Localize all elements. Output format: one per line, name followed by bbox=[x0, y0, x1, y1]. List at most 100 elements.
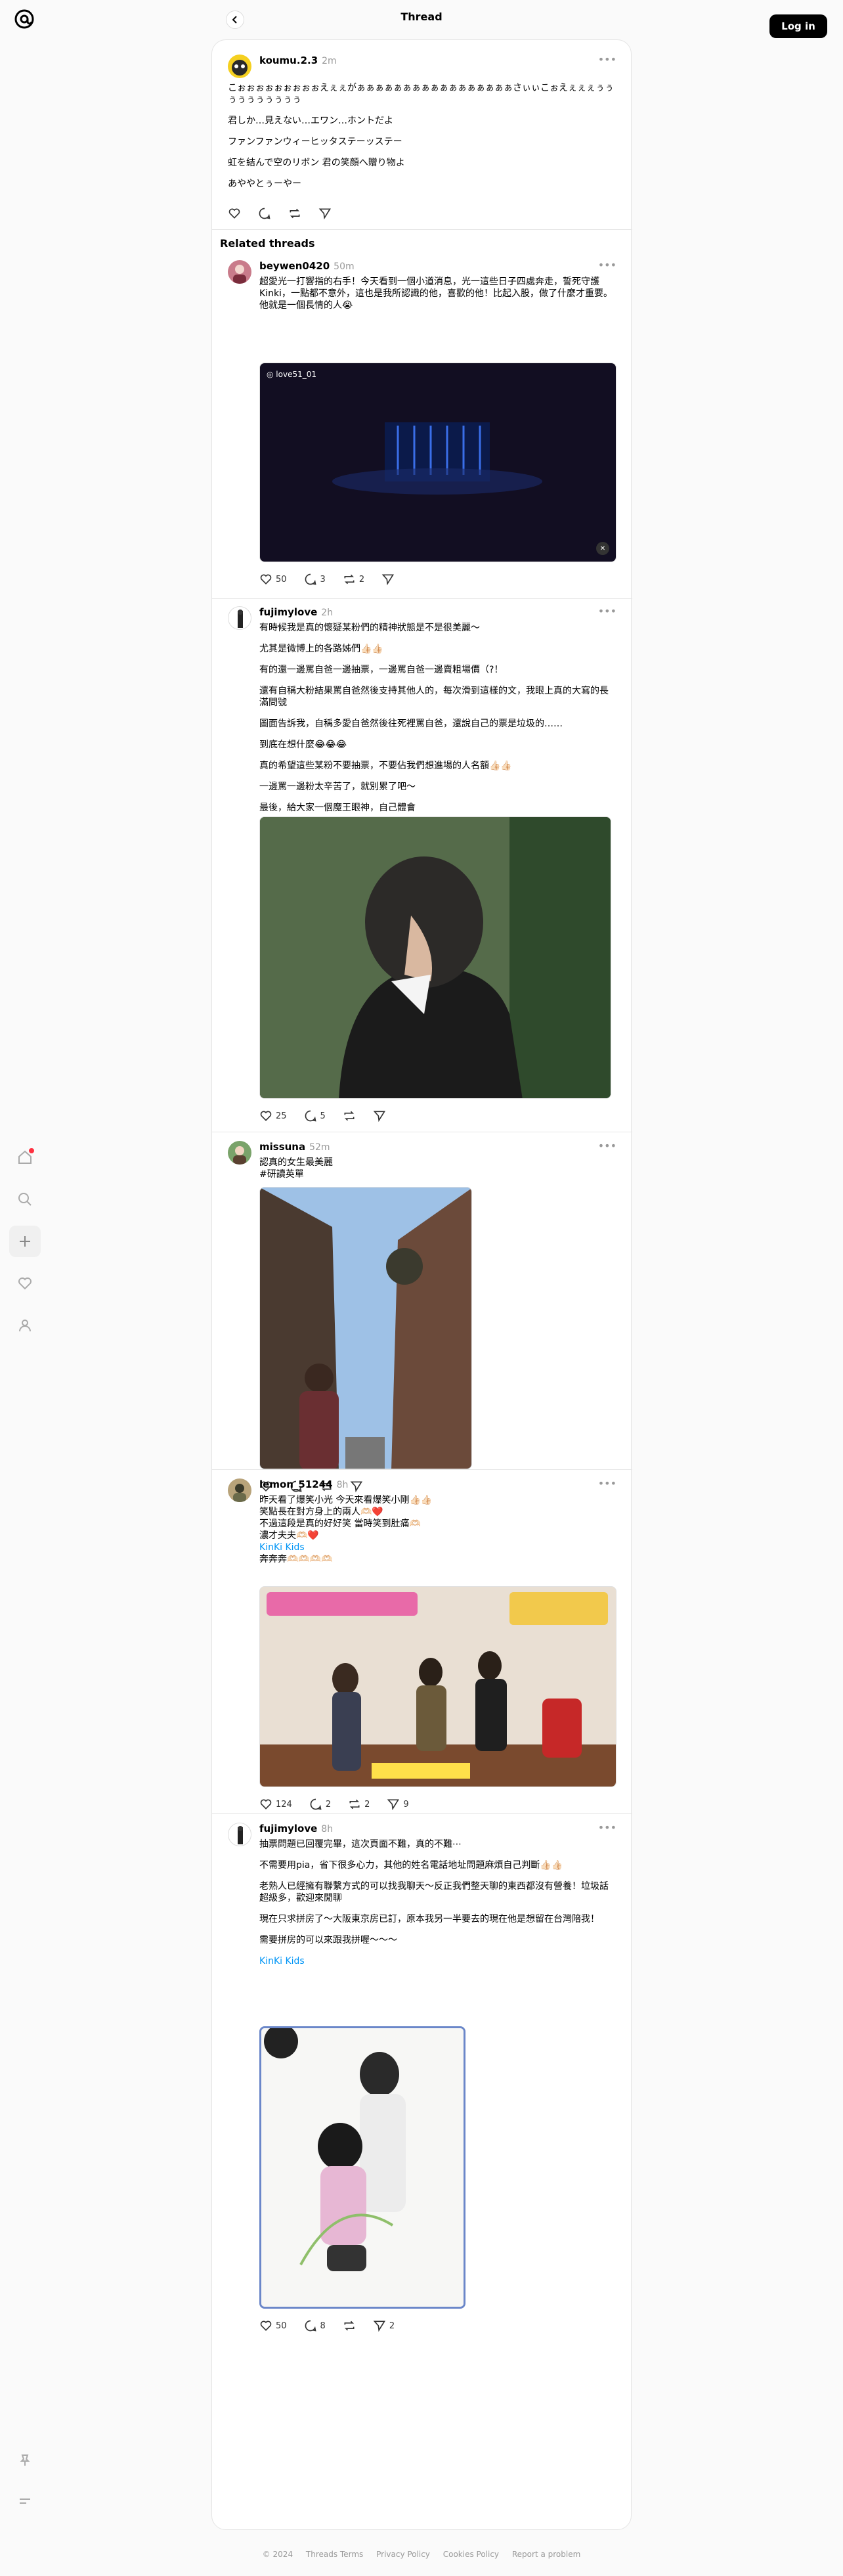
post-actions: 50 3 2 bbox=[259, 573, 395, 586]
repost-button[interactable]: 2 bbox=[343, 573, 364, 586]
post-time: 8h bbox=[336, 1480, 349, 1490]
post-line: 濃才夫夫🫶🏻❤️ bbox=[259, 1530, 319, 1541]
reply-button[interactable]: 8 bbox=[304, 2319, 326, 2332]
post-line: 不需要用pia，省下很多心力，其他的姓名電話地址問題麻煩自己判斷👍🏻👍🏻 bbox=[259, 1860, 563, 1871]
menu-icon[interactable] bbox=[9, 2485, 41, 2517]
comment-icon bbox=[305, 1110, 316, 1122]
post-line: 最後，給大家一個魔王眼神，自己體會 bbox=[259, 803, 416, 813]
concert-stage-image bbox=[332, 422, 542, 495]
share-button[interactable]: 2 bbox=[373, 2319, 395, 2332]
send-icon bbox=[387, 1799, 400, 1811]
tv-show-image bbox=[260, 1587, 616, 1787]
avatar[interactable] bbox=[228, 606, 251, 630]
repost-button[interactable] bbox=[343, 1109, 356, 1122]
more-options-icon[interactable]: ••• bbox=[598, 259, 616, 271]
post-line: #研讀英單 bbox=[259, 1169, 304, 1180]
username[interactable]: koumu.2.3 2m bbox=[259, 55, 337, 66]
more-options-icon[interactable]: ••• bbox=[598, 1477, 616, 1490]
repost-count: 2 bbox=[364, 1799, 370, 1810]
more-options-icon[interactable]: ••• bbox=[598, 605, 616, 617]
post-text: こぉぉぉぉぉぉぉぉぉえぇぇがぁぁぁぁぁぁぁぁぁぁぁぁぁぁぁぁぁさぃぃこぉえぇぇぇ… bbox=[228, 82, 616, 199]
share-button[interactable]: 9 bbox=[387, 1798, 409, 1811]
home-icon[interactable] bbox=[9, 1142, 41, 1173]
pin-icon[interactable] bbox=[9, 2445, 41, 2476]
login-button[interactable]: Log in bbox=[769, 14, 827, 38]
avatar[interactable] bbox=[228, 1478, 251, 1502]
username[interactable]: fujimylove 8h bbox=[259, 1823, 333, 1834]
post-line: 虹を結んで空のリボン 君の笑顔へ贈り物よ bbox=[228, 158, 405, 168]
divider bbox=[212, 1813, 632, 1814]
avatar[interactable] bbox=[228, 1141, 251, 1165]
post-text: 有時候我是真的懷疑某粉們的精神狀態是不是很美麗～ 尤其是微博上的各路姊們👍🏻👍🏻… bbox=[259, 622, 616, 823]
video-owner[interactable]: ◎ love51_01 bbox=[267, 370, 316, 379]
hashtag-link[interactable]: KinKi Kids bbox=[259, 1955, 616, 1967]
repost-button[interactable] bbox=[288, 207, 301, 220]
like-count: 50 bbox=[276, 2321, 287, 2331]
create-icon[interactable] bbox=[9, 1226, 41, 1257]
footer-link-privacy[interactable]: Privacy Policy bbox=[376, 2550, 430, 2559]
repost-button[interactable] bbox=[343, 2319, 356, 2332]
like-button[interactable]: 50 bbox=[259, 573, 287, 586]
notification-dot bbox=[29, 1148, 34, 1153]
hashtag-link[interactable]: KinKi Kids bbox=[259, 1542, 616, 1553]
related-threads-title: Related threads bbox=[220, 237, 315, 250]
post-line: 尤其是微博上的各路姊們👍🏻👍🏻 bbox=[259, 644, 383, 654]
search-icon[interactable] bbox=[9, 1184, 41, 1215]
more-options-icon[interactable]: ••• bbox=[598, 1821, 616, 1834]
more-options-icon[interactable]: ••• bbox=[598, 53, 616, 66]
like-count: 124 bbox=[276, 1799, 292, 1810]
like-count: 50 bbox=[276, 574, 287, 585]
repost-button[interactable]: 2 bbox=[348, 1798, 370, 1811]
post-line: 老熟人已經擁有聯繫方式的可以找我聊天～反正我們整天聊的東西都沒有營養！垃圾話超級… bbox=[259, 1881, 609, 1903]
post-image[interactable] bbox=[259, 1187, 472, 1469]
post-line: あややとぅーやー bbox=[228, 179, 301, 189]
post-text: 昨天看了爆笑小光 今天來看爆笑小剛👍🏻👍🏻 笑點長在對方身上的兩人🫶🏻❤️ 不過… bbox=[259, 1494, 616, 1565]
like-button[interactable]: 124 bbox=[259, 1798, 292, 1811]
reply-button[interactable] bbox=[258, 207, 271, 220]
copyright: © 2024 bbox=[262, 2550, 293, 2559]
post-line: 現在只求拼房了～大阪東京房已訂，原本我另一半要去的現在他是想留在台灣陪我！ bbox=[259, 1914, 599, 1924]
activity-heart-icon[interactable] bbox=[9, 1268, 41, 1299]
thread-header: Thread bbox=[211, 0, 632, 39]
share-button[interactable] bbox=[318, 207, 332, 220]
threads-logo-icon[interactable] bbox=[13, 8, 35, 30]
heart-icon bbox=[260, 574, 272, 585]
repost-icon bbox=[344, 1111, 355, 1121]
username[interactable]: lemon_51244 8h bbox=[259, 1478, 348, 1490]
avatar[interactable] bbox=[228, 260, 251, 284]
footer-link-terms[interactable]: Threads Terms bbox=[306, 2550, 363, 2559]
reply-button[interactable]: 5 bbox=[304, 1109, 326, 1122]
video-player[interactable]: ◎ love51_01 ✕ bbox=[259, 363, 616, 562]
mute-icon[interactable]: ✕ bbox=[596, 542, 609, 555]
footer: © 2024 Threads Terms Privacy Policy Cook… bbox=[0, 2550, 843, 2559]
comment-icon bbox=[259, 208, 270, 219]
like-button[interactable] bbox=[228, 207, 241, 220]
post-line: 君しか…見えない…エワン…ホントだよ bbox=[228, 116, 393, 126]
divider bbox=[212, 229, 632, 230]
username[interactable]: fujimylove 2h bbox=[259, 606, 333, 618]
avatar[interactable] bbox=[228, 1823, 251, 1846]
share-button[interactable] bbox=[381, 573, 395, 586]
post-image[interactable] bbox=[259, 816, 611, 1099]
post-actions bbox=[228, 207, 332, 220]
reply-button[interactable]: 2 bbox=[309, 1798, 331, 1811]
share-button[interactable] bbox=[373, 1109, 386, 1122]
reply-count: 5 bbox=[320, 1111, 326, 1121]
post-image[interactable] bbox=[259, 2026, 465, 2309]
avatar[interactable] bbox=[228, 55, 251, 78]
footer-link-cookies[interactable]: Cookies Policy bbox=[443, 2550, 499, 2559]
post-line: 不過這段是真的好好笑 當時笑到肚痛🫶🏻 bbox=[259, 1519, 421, 1529]
more-options-icon[interactable]: ••• bbox=[598, 1140, 616, 1152]
repost-icon bbox=[349, 1799, 360, 1810]
like-button[interactable]: 50 bbox=[259, 2319, 287, 2332]
username[interactable]: missuna 52m bbox=[259, 1141, 330, 1153]
heart-icon bbox=[228, 208, 240, 219]
reply-button[interactable]: 3 bbox=[304, 573, 326, 586]
footer-link-report[interactable]: Report a problem bbox=[512, 2550, 580, 2559]
profile-icon[interactable] bbox=[9, 1310, 41, 1341]
like-count: 25 bbox=[276, 1111, 287, 1121]
username[interactable]: beywen0420 50m bbox=[259, 260, 355, 272]
video-player[interactable] bbox=[259, 1586, 616, 1787]
send-icon bbox=[318, 208, 332, 220]
like-button[interactable]: 25 bbox=[259, 1109, 287, 1122]
